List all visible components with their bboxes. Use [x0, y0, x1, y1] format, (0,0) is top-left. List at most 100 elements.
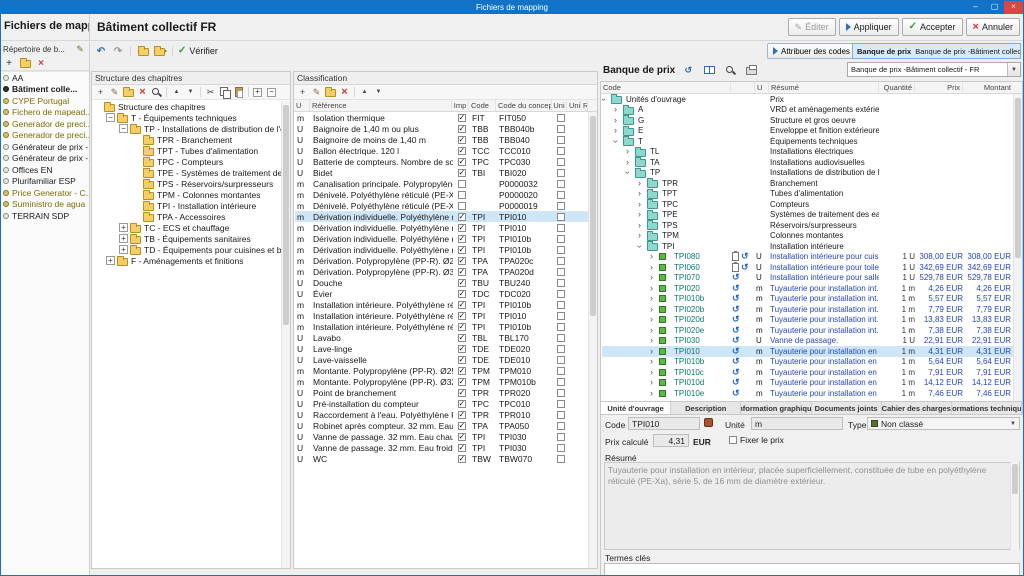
expander-icon[interactable]	[626, 168, 635, 177]
expander-icon[interactable]	[614, 116, 623, 125]
price-bank-row[interactable]: TP ↺ Installations de distribution de l'…	[602, 168, 1013, 179]
sort-down-button[interactable]: ▼	[372, 86, 385, 99]
accept-button[interactable]: ✓Accepter	[902, 18, 963, 36]
expander-icon[interactable]	[626, 147, 635, 156]
chapter-node[interactable]: TPR - Branchement	[93, 134, 281, 145]
expander-icon[interactable]	[650, 263, 659, 272]
print-checkbox[interactable]	[458, 444, 466, 452]
detail-tab[interactable]: Information graphique	[741, 402, 811, 414]
column-concept[interactable]: Code du concept	[496, 100, 552, 111]
print-checkbox[interactable]	[458, 312, 466, 320]
classification-row[interactable]: U Ballon électrique. 120 l TCC TCC010	[295, 145, 588, 156]
classification-row[interactable]: U Vanne de passage. 32 mm. Eau froide TP…	[295, 442, 588, 453]
cancel-button[interactable]: ×Annuler	[966, 18, 1020, 36]
uni-checkbox[interactable]	[557, 334, 565, 342]
uni-checkbox[interactable]	[557, 213, 565, 221]
keywords-field[interactable]	[604, 563, 1020, 576]
classification-row[interactable]: m Dérivation individuelle. Polyéthylène …	[295, 222, 588, 233]
concept-type-button[interactable]	[704, 418, 713, 429]
price-bank-row[interactable]: TPI010b ↺ m Tuyauterie pour installation…	[602, 294, 1013, 305]
print-checkbox[interactable]	[458, 180, 466, 188]
column-uni1[interactable]: Uni	[552, 100, 567, 111]
print-checkbox[interactable]	[458, 213, 466, 221]
classification-row[interactable]: m Montante. Polypropylène (PP-R). Ø32. E…	[295, 376, 588, 387]
expander-icon[interactable]	[119, 223, 128, 232]
chevron-down-icon[interactable]: ▼	[1007, 63, 1020, 76]
column-summary[interactable]: Résumé	[769, 82, 879, 93]
expander-icon[interactable]	[638, 231, 647, 240]
price-bank-row[interactable]: TPI020 ↺ m Tuyauterie pour installation …	[602, 283, 1013, 294]
open-row-button[interactable]	[324, 86, 337, 99]
uni-checkbox[interactable]	[557, 378, 565, 386]
price-bank-scrollbar[interactable]	[1013, 94, 1022, 401]
assign-codes-button[interactable]: Attribuer des codes	[767, 43, 856, 59]
price-bank-row[interactable]: TPI030 ↺ U Vanne de passage. 1 U 22,91 E…	[602, 336, 1013, 347]
classification-row[interactable]: U Lavabo TBL TBL170	[295, 332, 588, 343]
mapping-file-item[interactable]: Price Generator - C...	[1, 187, 89, 199]
classification-row[interactable]: m Installation intérieure. Polyéthylène …	[295, 299, 588, 310]
expander-icon[interactable]	[650, 315, 659, 324]
expander-icon[interactable]	[638, 179, 647, 188]
expander-icon[interactable]	[638, 200, 647, 209]
redo-button[interactable]: ↷	[111, 45, 125, 58]
print-checkbox[interactable]	[458, 345, 466, 353]
price-bank-row[interactable]: Unités d'ouvrage ↺ Prix	[602, 94, 1013, 105]
classification-row[interactable]: m Dérivation individuelle. Polyéthylène …	[295, 244, 588, 255]
uni-checkbox[interactable]	[557, 136, 565, 144]
column-u[interactable]: U	[294, 100, 310, 111]
print-checkbox[interactable]	[458, 367, 466, 375]
collapse-tree-button[interactable]	[266, 86, 279, 99]
price-bank-dropdown[interactable]: Banque de prix -Bâtiment collectif - FR …	[847, 62, 1021, 77]
column-uni2[interactable]: Uni	[567, 100, 581, 111]
price-bank-row[interactable]: TPI080 ↺ U Installation intérieure pour …	[602, 252, 1013, 263]
code-field[interactable]: TPI010	[628, 417, 700, 430]
uni-checkbox[interactable]	[557, 246, 565, 254]
export-button[interactable]	[153, 45, 167, 58]
print-checkbox[interactable]	[458, 433, 466, 441]
uni-checkbox[interactable]	[557, 290, 565, 298]
mapping-file-item[interactable]: Bâtiment colle...	[1, 84, 89, 96]
uni-checkbox[interactable]	[557, 312, 565, 320]
mapping-file-item[interactable]: Offices EN	[1, 164, 89, 176]
expander-icon[interactable]	[650, 252, 659, 261]
expander-icon[interactable]	[650, 347, 659, 356]
classification-row[interactable]: m Canalisation principale. Polypropylène…	[295, 178, 588, 189]
print-checkbox[interactable]	[458, 257, 466, 265]
open-folder-button[interactable]	[18, 57, 32, 70]
undo-button[interactable]: ↶	[94, 45, 108, 58]
uni-checkbox[interactable]	[557, 169, 565, 177]
uni-checkbox[interactable]	[557, 411, 565, 419]
column-imp[interactable]: Imp	[452, 100, 469, 111]
uni-checkbox[interactable]	[557, 191, 565, 199]
print-checkbox[interactable]	[458, 411, 466, 419]
edit-row-button[interactable]: ✎	[310, 86, 323, 99]
classification-scrollbar[interactable]	[588, 112, 597, 568]
detail-tab[interactable]: Cahier des charges	[882, 402, 952, 414]
print-checkbox[interactable]	[458, 279, 466, 287]
price-bank-row[interactable]: TPC ↺ Compteurs	[602, 199, 1013, 210]
edit-button[interactable]: ✎Éditer	[788, 18, 836, 36]
chapter-node[interactable]: TPT - Tubes d'alimentation	[93, 145, 281, 156]
uni-checkbox[interactable]	[557, 235, 565, 243]
print-checkbox[interactable]	[458, 323, 466, 331]
column-code[interactable]: Code	[601, 82, 731, 93]
print-checkbox[interactable]	[458, 378, 466, 386]
print-checkbox[interactable]	[458, 455, 466, 463]
uni-checkbox[interactable]	[557, 422, 565, 430]
expander-icon[interactable]	[106, 256, 115, 265]
detail-tab[interactable]: Documents joints	[812, 402, 882, 414]
price-bank-row[interactable]: TPI020b ↺ m Tuyauterie pour installation…	[602, 304, 1013, 315]
uni-checkbox[interactable]	[557, 158, 565, 166]
classification-row[interactable]: U Baignoire de 1,40 m ou plus TBB TBB040…	[295, 123, 588, 134]
uni-checkbox[interactable]	[557, 356, 565, 364]
chapter-node[interactable]: F - Aménagements et finitions	[93, 255, 281, 266]
price-bank-row[interactable]: G ↺ Structure et gros oeuvre	[602, 115, 1013, 126]
expander-icon[interactable]	[614, 126, 623, 135]
type-dropdown[interactable]: Non classé ▼	[867, 417, 1020, 430]
mapping-file-item[interactable]: Plurifamiliar ESP	[1, 176, 89, 188]
column-price[interactable]: Prix	[915, 82, 963, 93]
print-checkbox[interactable]	[458, 125, 466, 133]
edit-directory-button[interactable]: ✎	[73, 43, 87, 56]
expander-icon[interactable]	[650, 368, 659, 377]
uni-checkbox[interactable]	[557, 367, 565, 375]
